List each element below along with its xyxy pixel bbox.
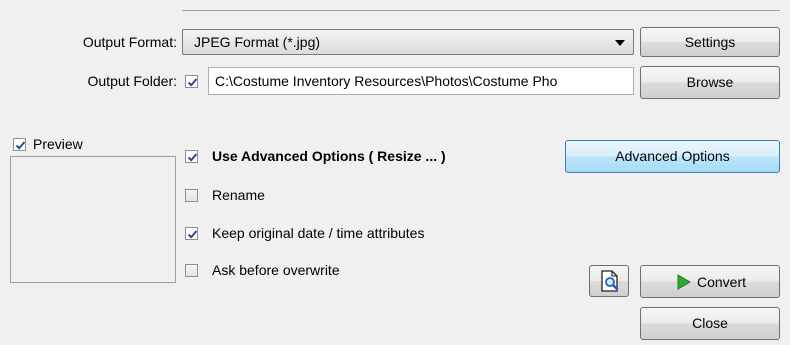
check-icon: [187, 153, 198, 162]
output-folder-label: Output Folder:: [87, 73, 178, 89]
play-arrow-icon: [677, 274, 691, 290]
magnifier-page-icon: [601, 270, 619, 292]
use-advanced-options-label: Use Advanced Options ( Resize ... ): [212, 148, 446, 164]
output-format-label: Output Format:: [82, 34, 177, 50]
ask-overwrite-label: Ask before overwrite: [212, 262, 340, 278]
advanced-options-button[interactable]: Advanced Options: [565, 140, 780, 173]
close-button[interactable]: Close: [640, 307, 780, 340]
browse-button[interactable]: Browse: [640, 66, 780, 99]
preview-checkbox[interactable]: [13, 138, 26, 151]
settings-button[interactable]: Settings: [640, 27, 780, 57]
output-folder-checkbox[interactable]: [185, 75, 198, 88]
keep-date-label: Keep original date / time attributes: [212, 225, 425, 241]
keep-date-checkbox[interactable]: [185, 227, 198, 240]
rename-checkbox[interactable]: [185, 189, 198, 202]
use-advanced-options-checkbox[interactable]: [185, 150, 198, 163]
rename-label: Rename: [212, 187, 265, 203]
top-separator: [182, 10, 780, 11]
output-folder-input[interactable]: C:\Costume Inventory Resources\Photos\Co…: [208, 67, 634, 95]
output-format-value: JPEG Format (*.jpg): [194, 34, 321, 50]
output-format-select[interactable]: JPEG Format (*.jpg): [182, 29, 634, 55]
preview-label: Preview: [33, 136, 83, 152]
ask-overwrite-checkbox[interactable]: [185, 264, 198, 277]
chevron-down-icon: [615, 40, 625, 46]
check-icon: [15, 141, 26, 150]
convert-button[interactable]: Convert: [640, 265, 780, 298]
preview-button[interactable]: [589, 265, 629, 297]
check-icon: [187, 78, 198, 87]
preview-pane: [10, 156, 176, 283]
output-folder-path: C:\Costume Inventory Resources\Photos\Co…: [215, 73, 558, 89]
check-icon: [187, 230, 198, 239]
